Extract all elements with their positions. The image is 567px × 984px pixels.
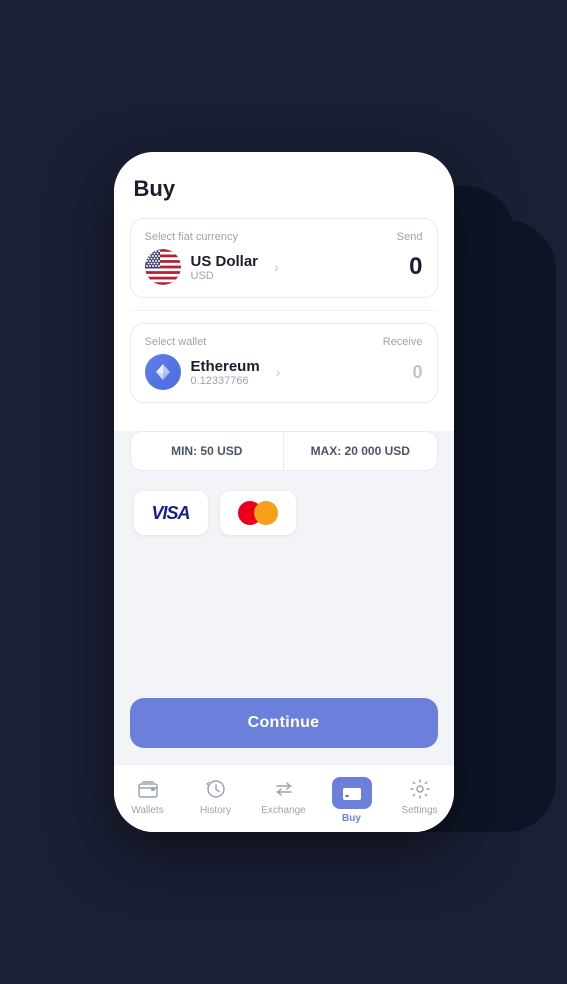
eth-name: Ethereum	[191, 358, 260, 375]
usd-code: USD	[191, 270, 259, 282]
nav-settings[interactable]: Settings	[386, 777, 454, 816]
exchange-icon	[272, 777, 296, 801]
settings-label: Settings	[401, 805, 437, 816]
wallets-icon	[136, 777, 160, 801]
usd-flag-icon	[145, 249, 181, 285]
min-amount: MIN: 50 USD	[131, 432, 285, 470]
visa-card[interactable]: VISA	[134, 491, 208, 535]
page-title: Buy	[134, 176, 434, 202]
buy-label: Buy	[342, 813, 361, 824]
receive-label: Receive	[383, 336, 423, 348]
nav-wallets[interactable]: Wallets	[114, 777, 182, 816]
nav-buy[interactable]: Buy	[318, 777, 386, 824]
exchange-label: Exchange	[261, 805, 305, 816]
send-label: Send	[397, 231, 423, 243]
wallet-chevron-icon: ›	[276, 364, 281, 380]
wallet-card[interactable]: Select wallet Receive	[130, 323, 438, 403]
receive-amount: 0	[412, 362, 422, 383]
visa-label: VISA	[152, 503, 190, 524]
cards-wrapper: Select fiat currency Send	[114, 218, 454, 431]
continue-button[interactable]: Continue	[130, 698, 438, 748]
continue-btn-area: Continue	[114, 688, 454, 764]
minmax-row: MIN: 50 USD MAX: 20 000 USD	[130, 431, 438, 471]
payment-methods: VISA	[114, 471, 454, 555]
max-amount: MAX: 20 000 USD	[284, 432, 437, 470]
mastercard-icon	[238, 501, 278, 525]
nav-exchange[interactable]: Exchange	[250, 777, 318, 816]
wallet-label: Select wallet	[145, 336, 207, 348]
eth-balance: 0.12337766	[191, 375, 260, 387]
card-divider	[130, 310, 438, 311]
header: Buy	[114, 152, 454, 218]
fiat-chevron-icon: ›	[274, 259, 279, 275]
buy-icon	[332, 777, 372, 809]
send-amount: 0	[409, 253, 422, 281]
eth-icon	[145, 354, 181, 390]
mastercard-card[interactable]	[220, 491, 296, 535]
settings-icon	[408, 777, 432, 801]
history-icon	[204, 777, 228, 801]
fiat-currency-card[interactable]: Select fiat currency Send	[130, 218, 438, 298]
fiat-label: Select fiat currency	[145, 231, 239, 243]
nav-history[interactable]: History	[182, 777, 250, 816]
spacer	[114, 555, 454, 688]
bottom-nav: Wallets History	[114, 764, 454, 832]
history-label: History	[200, 805, 231, 816]
usd-name: US Dollar	[191, 253, 259, 270]
wallets-label: Wallets	[131, 805, 163, 816]
